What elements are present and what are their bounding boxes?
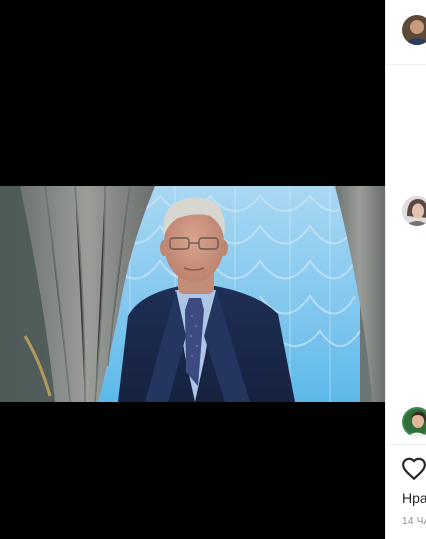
commenter-avatar[interactable] — [402, 196, 426, 226]
instagram-post-view: Нра 14 ЧА — [0, 0, 426, 539]
post-timestamp[interactable]: 14 ЧА — [402, 516, 426, 527]
header-divider — [386, 64, 426, 65]
video-player[interactable] — [0, 186, 385, 402]
author-avatar[interactable] — [402, 15, 426, 45]
commenter-avatar-image — [402, 407, 426, 437]
actions-divider — [386, 444, 426, 445]
commenter-avatar[interactable] — [402, 407, 426, 437]
post-side-panel: Нра 14 ЧА — [385, 0, 426, 539]
author-avatar-image — [402, 15, 426, 45]
video-frame-image — [0, 186, 385, 402]
post-media-area[interactable] — [0, 0, 385, 539]
likes-label[interactable]: Нра — [402, 490, 426, 506]
heart-outline-icon — [402, 457, 426, 481]
like-button[interactable] — [401, 457, 426, 481]
commenter-avatar-image — [402, 196, 426, 226]
